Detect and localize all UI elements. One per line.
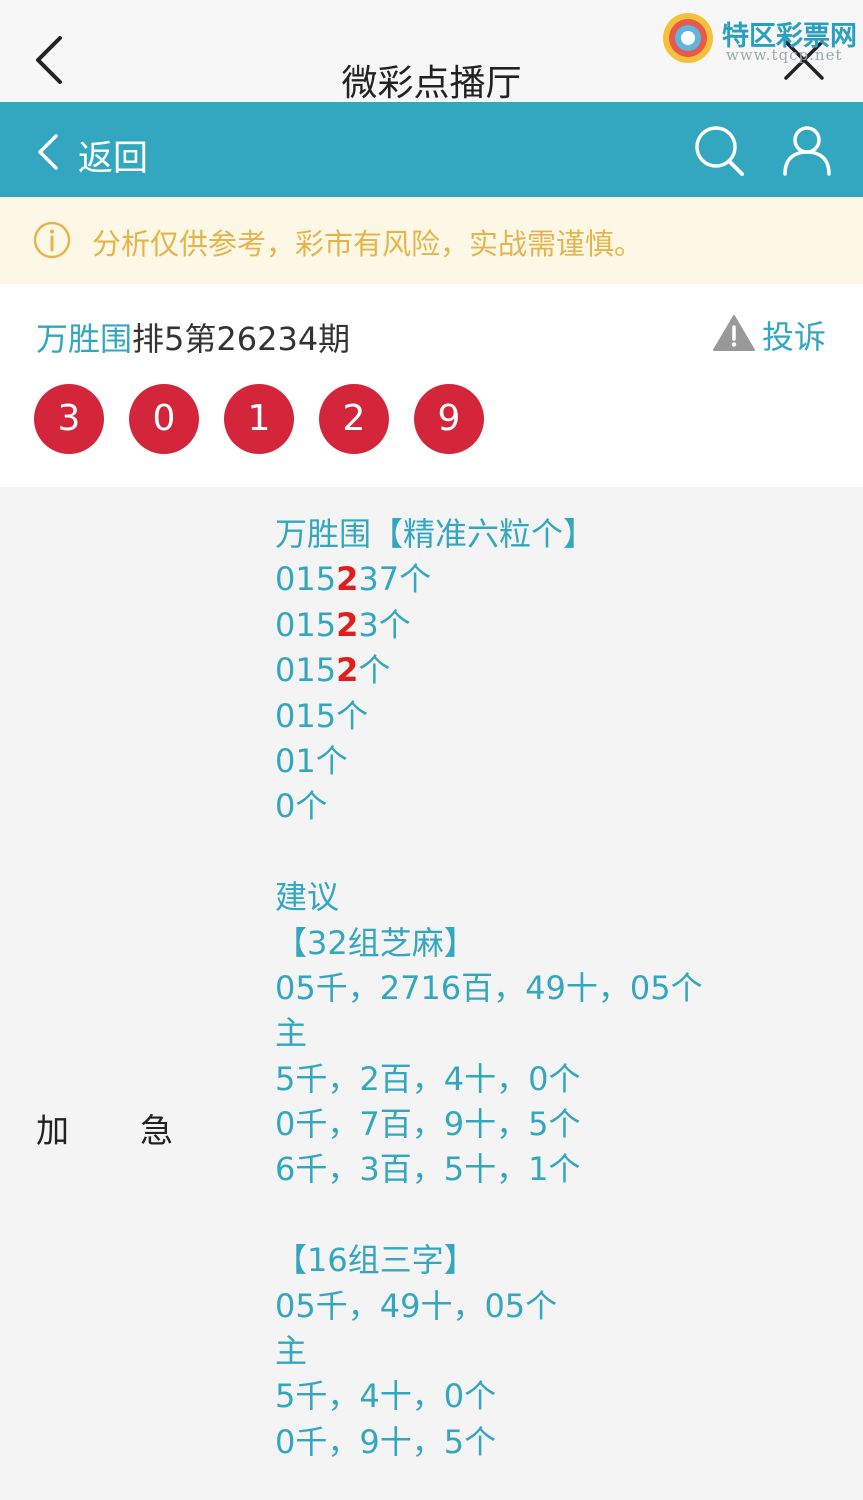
content-line: 【32组芝麻】 — [275, 921, 835, 966]
user-icon[interactable] — [782, 124, 832, 176]
line-text: 0个 — [275, 787, 328, 826]
content-line: 5千，4十，0个 — [275, 1374, 835, 1419]
content-line: 建议 — [275, 875, 835, 920]
line-text: 主 — [275, 1332, 308, 1371]
search-icon[interactable] — [693, 124, 745, 178]
issue-number: 排5第26234期 — [132, 320, 351, 358]
line-text: 建议 — [275, 878, 340, 917]
line-text: 015个 — [275, 696, 369, 735]
info-icon — [33, 221, 71, 259]
author-name[interactable]: 万胜围 — [36, 320, 132, 358]
result-ball: 9 — [414, 384, 484, 454]
line-text: 015 — [275, 560, 337, 599]
content-line: 01523个 — [275, 603, 835, 648]
content-line: 0千，9十，5个 — [275, 1420, 835, 1465]
content-line: 0千，7百，9十，5个 — [275, 1102, 835, 1147]
content-line: 015237个 — [275, 557, 835, 602]
line-text: 6千，3百，5十，1个 — [275, 1150, 581, 1189]
content-line: 【16组三字】 — [275, 1238, 835, 1283]
result-ball: 1 — [224, 384, 294, 454]
highlight-digit: 2 — [336, 560, 359, 599]
line-text: 37个 — [358, 560, 432, 599]
highlight-digit: 2 — [336, 605, 359, 644]
watermark-logo: 特区彩票网 www.tqcp.net — [660, 10, 860, 68]
tag-right: 急 — [140, 1111, 173, 1150]
content-line: 万胜围【精准六粒个】 — [275, 512, 835, 557]
line-text: 01个 — [275, 741, 348, 780]
highlight-digit: 2 — [336, 651, 359, 690]
line-text: 015 — [275, 651, 337, 690]
line-text: 3个 — [358, 605, 411, 644]
warning-icon — [713, 315, 755, 351]
notice-text: 分析仅供参考，彩市有风险，实战需谨慎。 — [92, 227, 644, 261]
line-text: 5千，2百，4十，0个 — [275, 1059, 581, 1098]
risk-notice: 分析仅供参考，彩市有风险，实战需谨慎。 — [0, 197, 863, 284]
logo-swirl-icon — [663, 13, 713, 63]
issue-info: 万胜围排5第26234期 投诉 30129 — [0, 284, 863, 487]
nav-bar: 返回 — [0, 102, 863, 197]
line-text: 0千，7百，9十，5个 — [275, 1105, 581, 1144]
content-line: 6千，3百，5十，1个 — [275, 1147, 835, 1192]
chevron-left-icon — [38, 134, 58, 170]
content-line: 主 — [275, 1011, 835, 1056]
line-text: 【32组芝麻】 — [275, 923, 476, 962]
content-line: 015个 — [275, 694, 835, 739]
line-text: 【16组三字】 — [275, 1241, 476, 1280]
title-bar: 微彩点播厅 特区彩票网 www.tqcp.net — [0, 0, 863, 104]
content-line: 主 — [275, 1329, 835, 1374]
content-line: 01个 — [275, 739, 835, 784]
result-ball: 3 — [34, 384, 104, 454]
line-text: 015 — [275, 605, 337, 644]
line-text: 05千，2716百，49十，05个 — [275, 968, 703, 1007]
content-line: 0152个 — [275, 648, 835, 693]
line-text: 05千，49十，05个 — [275, 1286, 558, 1325]
content-line: 05千，49十，05个 — [275, 1284, 835, 1329]
line-text: 万胜围【精准六粒个】 — [275, 515, 596, 553]
line-text: 0千，9十，5个 — [275, 1422, 497, 1461]
content-line: 05千，2716百，49十，05个 — [275, 966, 835, 1011]
line-text: 主 — [275, 1014, 308, 1053]
back-label: 返回 — [78, 139, 149, 179]
content-line: 0个 — [275, 784, 835, 829]
line-text: 个 — [358, 651, 391, 690]
logo-url: www.tqcp.net — [726, 46, 843, 64]
tag-left: 加 — [36, 1111, 69, 1150]
result-ball: 0 — [129, 384, 199, 454]
content-line: 5千，2百，4十，0个 — [275, 1057, 835, 1102]
issue-title: 万胜围排5第26234期 — [36, 314, 350, 360]
line-text: 5千，4十，0个 — [275, 1377, 497, 1416]
complain-label: 投诉 — [762, 318, 827, 356]
result-ball: 2 — [319, 384, 389, 454]
analysis-content: 万胜围【精准六粒个】 015237个 01523个 0152个 015个 01个 0个 建议【… — [275, 512, 835, 1465]
